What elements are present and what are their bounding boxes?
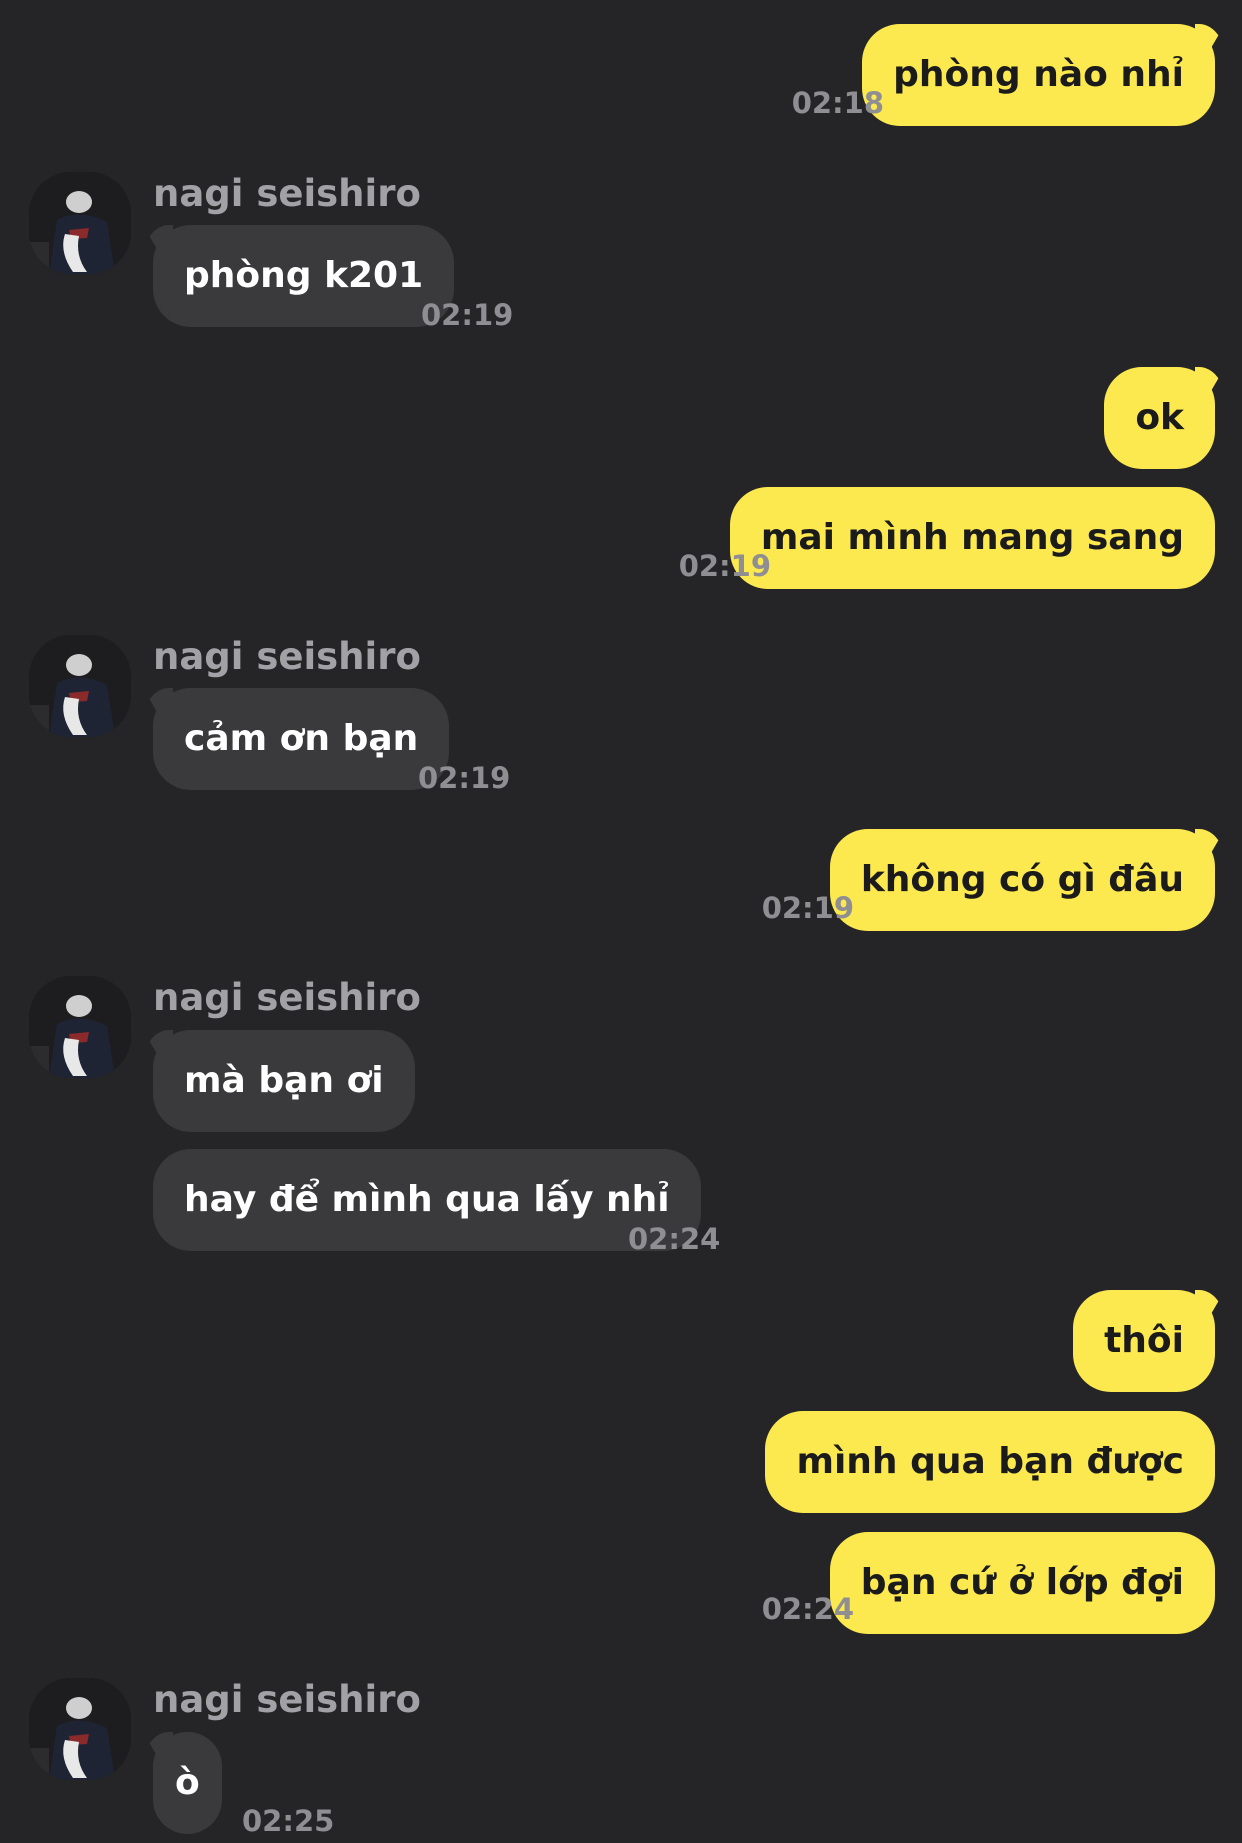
incoming-message-bubble[interactable]: cảm ơn bạn	[153, 688, 450, 790]
message-timestamp: 02:19	[761, 891, 854, 925]
message-text: ò	[175, 1762, 200, 1803]
message-text: cảm ơn bạn	[184, 718, 419, 759]
outgoing-message-bubble[interactable]: không có gì đâu	[829, 829, 1215, 931]
contact-avatar[interactable]	[29, 976, 131, 1078]
outgoing-message-bubble[interactable]: mai mình mang sang	[729, 487, 1215, 589]
message-text: ok	[1135, 397, 1184, 438]
incoming-message-bubble[interactable]: phòng k201	[153, 225, 455, 327]
message-text: mai mình mang sang	[760, 517, 1184, 558]
incoming-message-bubble[interactable]: ò	[153, 1732, 222, 1834]
sender-name: nagi seishiro	[153, 635, 421, 678]
message-text: không có gì đâu	[860, 859, 1184, 900]
message-text: phòng nào nhỉ	[893, 54, 1184, 95]
message-timestamp: 02:24	[628, 1222, 721, 1256]
incoming-message-bubble[interactable]: mà bạn ơi	[153, 1030, 415, 1132]
outgoing-message-bubble[interactable]: bạn cứ ở lớp đợi	[829, 1532, 1215, 1634]
outgoing-message-bubble[interactable]: phòng nào nhỉ	[862, 24, 1215, 126]
sender-name: nagi seishiro	[153, 1678, 421, 1721]
contact-avatar[interactable]	[29, 1678, 131, 1780]
avatar-photo-icon	[29, 635, 131, 737]
outgoing-message-bubble[interactable]: ok	[1104, 367, 1215, 469]
avatar-photo-icon	[29, 1678, 131, 1780]
message-timestamp: 02:24	[761, 1592, 854, 1626]
avatar-photo-icon	[29, 172, 131, 274]
sender-name: nagi seishiro	[153, 172, 421, 215]
message-timestamp: 02:19	[678, 549, 771, 583]
message-text: bạn cứ ở lớp đợi	[860, 1562, 1184, 1603]
incoming-message-bubble[interactable]: hay để mình qua lấy nhỉ	[153, 1149, 701, 1251]
outgoing-message-bubble[interactable]: thôi	[1073, 1290, 1215, 1392]
message-text: phòng k201	[184, 255, 424, 296]
message-text: mình qua bạn được	[796, 1441, 1184, 1482]
avatar-photo-icon	[29, 976, 131, 1078]
message-timestamp: 02:18	[791, 86, 884, 120]
message-text: thôi	[1104, 1320, 1184, 1361]
message-text: hay để mình qua lấy nhỉ	[184, 1179, 670, 1220]
contact-avatar[interactable]	[29, 635, 131, 737]
message-timestamp: 02:19	[418, 761, 511, 795]
outgoing-message-bubble[interactable]: mình qua bạn được	[765, 1411, 1215, 1513]
contact-avatar[interactable]	[29, 172, 131, 274]
message-text: mà bạn ơi	[184, 1060, 384, 1101]
message-timestamp: 02:25	[242, 1804, 335, 1838]
message-timestamp: 02:19	[421, 298, 514, 332]
sender-name: nagi seishiro	[153, 976, 421, 1019]
